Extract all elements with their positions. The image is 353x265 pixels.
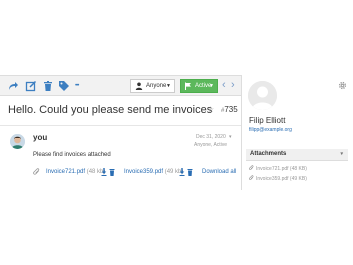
paperclip-icon xyxy=(249,175,254,181)
sidebar-attachment[interactable]: Invoice721.pdf (48 KB) xyxy=(249,165,307,173)
attachment-size: (49 KB) xyxy=(289,176,307,182)
paperclip-icon xyxy=(33,168,40,176)
customer-avatar xyxy=(248,81,277,110)
ticket-number: #735 xyxy=(221,105,238,116)
conversation-toolbar: ••• Anyone ▼ Active ▼ ‹ › xyxy=(0,75,241,96)
chevron-down-icon[interactable]: ▾ xyxy=(229,134,232,141)
attachment-size: (48 KB) xyxy=(289,166,307,172)
tag-icon[interactable] xyxy=(58,80,70,92)
status-dropdown[interactable]: Active ▼ xyxy=(180,79,218,93)
trash-icon[interactable] xyxy=(187,168,193,176)
star-icon[interactable]: ☆ xyxy=(207,105,214,115)
assignee-dropdown[interactable]: Anyone ▼ xyxy=(130,79,175,93)
chevron-down-icon: ▼ xyxy=(166,83,171,89)
conversation-subject: Hello. Could you please send me invoices xyxy=(8,104,213,116)
next-icon[interactable]: › xyxy=(231,79,239,91)
download-icon[interactable] xyxy=(179,168,185,176)
sidebar-attachment[interactable]: Invoice359.pdf (49 KB) xyxy=(249,175,307,183)
download-icon[interactable] xyxy=(101,168,107,176)
flag-icon xyxy=(184,82,192,90)
avatar xyxy=(10,134,25,149)
divider xyxy=(0,125,241,126)
ticket-number-value: 735 xyxy=(224,105,238,114)
conversation-main: ••• Anyone ▼ Active ▼ ‹ › Hello. Could y… xyxy=(0,75,241,190)
trash-icon[interactable] xyxy=(42,80,54,92)
chevron-down-icon: ▾ xyxy=(340,151,343,157)
attachments-title: Attachments xyxy=(250,151,287,157)
download-all-link[interactable]: Download all xyxy=(202,167,236,177)
customer-email[interactable]: filipp@example.org xyxy=(249,126,292,134)
chevron-down-icon: ▼ xyxy=(209,83,214,89)
trash-icon[interactable] xyxy=(109,168,115,176)
attachment-name: Invoice721.pdf xyxy=(256,166,289,172)
paperclip-icon xyxy=(249,165,254,171)
forward-icon[interactable] xyxy=(7,80,19,92)
prev-icon[interactable]: ‹ xyxy=(222,79,230,91)
attachment-link[interactable]: Invoice721.pdf (48 kb) xyxy=(46,167,105,177)
gear-icon[interactable] xyxy=(338,81,347,90)
customer-sidebar: Filip Elliott filipp@example.org Attachm… xyxy=(241,75,353,190)
attachments-header[interactable]: Attachments ▾ xyxy=(246,149,348,161)
message-body: Please find invoices attached xyxy=(33,152,111,158)
customer-name: Filip Elliott xyxy=(249,116,286,125)
message-recipients: Anyone, Active xyxy=(194,142,228,148)
attachment-link[interactable]: Invoice359.pdf (49 kb) xyxy=(124,167,183,177)
attachment-name: Invoice359.pdf xyxy=(256,176,289,182)
edit-icon[interactable] xyxy=(25,80,37,92)
attachment-name: Invoice359.pdf xyxy=(124,169,164,175)
conversation-panel: ••• Anyone ▼ Active ▼ ‹ › Hello. Could y… xyxy=(0,75,353,190)
attachment-name: Invoice721.pdf xyxy=(46,169,86,175)
assignee-label: Anyone xyxy=(146,83,167,89)
message-author: you xyxy=(33,133,48,142)
message-attachments: Invoice721.pdf (48 kb) Invoice359.pdf (4… xyxy=(33,167,239,177)
more-icon[interactable]: ••• xyxy=(75,80,89,92)
person-icon xyxy=(135,82,143,90)
message-date: Dec 31, 2020 xyxy=(196,134,226,140)
